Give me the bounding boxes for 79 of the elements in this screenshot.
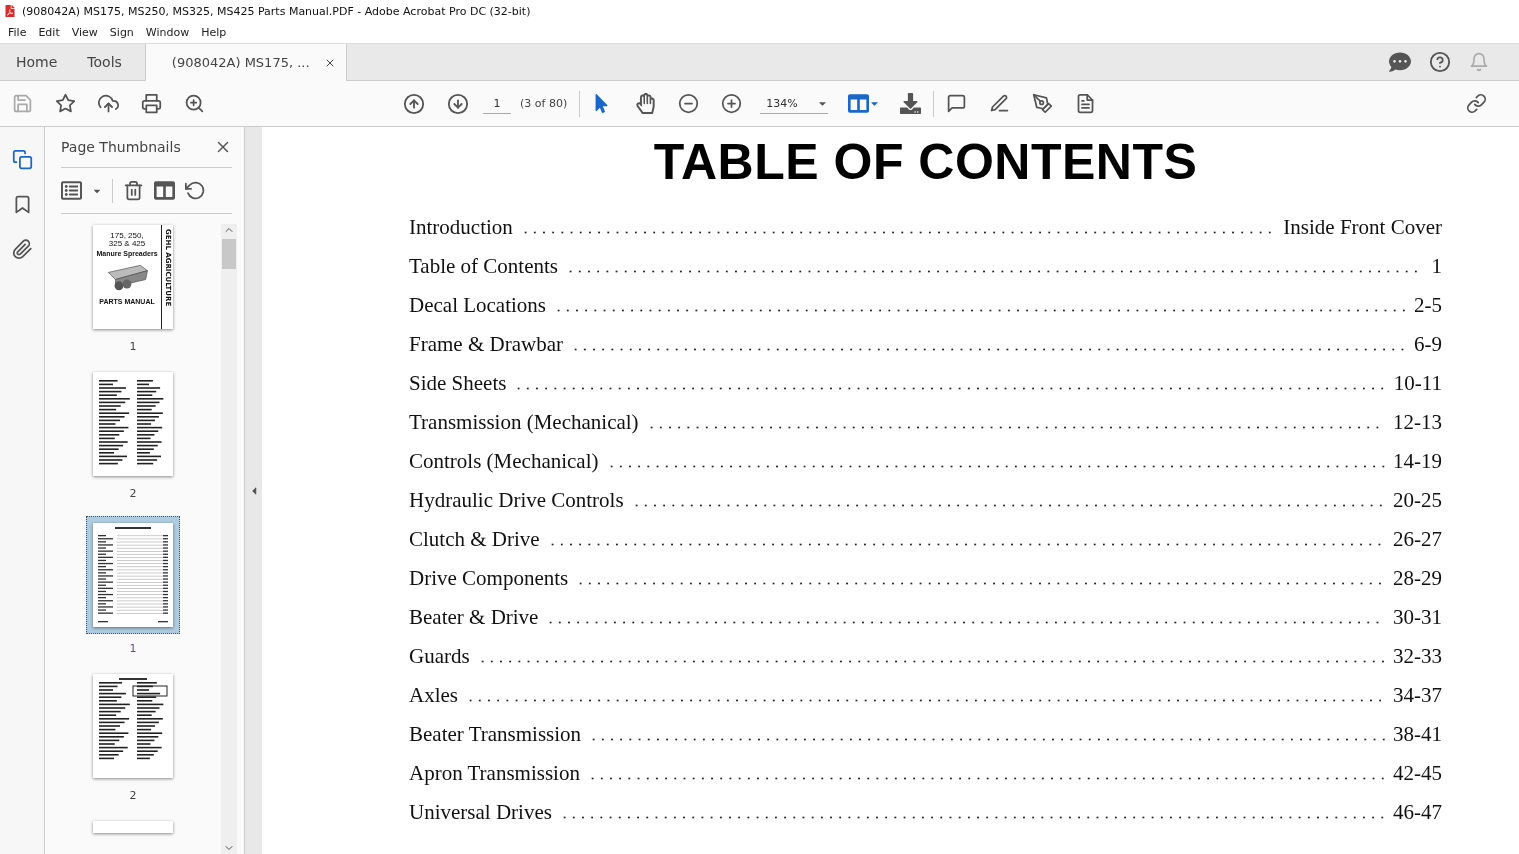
options-icon[interactable] [61, 180, 82, 201]
menu-item[interactable]: Edit [32, 26, 66, 39]
nav-tab[interactable]: Home [1, 44, 73, 80]
toc-title: Transmission (Mechanical) [409, 410, 639, 435]
toc-title: Introduction [409, 215, 513, 240]
toc-title: Universal Drives [409, 800, 552, 825]
toc-page: 12-13 [1393, 410, 1442, 435]
toc-title: Clutch & Drive [409, 527, 540, 552]
toc-page: 30-31 [1393, 605, 1442, 630]
page-thumbnail[interactable] [90, 818, 176, 836]
toc-page: 10-11 [1393, 371, 1442, 396]
toc-page: 20-25 [1393, 488, 1442, 513]
comment-icon[interactable] [1389, 51, 1411, 73]
toc-page: 28-29 [1393, 566, 1442, 591]
paperclip-icon[interactable] [11, 239, 33, 260]
search-icon[interactable] [184, 93, 205, 114]
page-number: 2 [129, 789, 137, 802]
window-title: (908042A) MS175, MS250, MS325, MS425 Parts Manual.PDF - Adobe Acrobat Pro DC (32-bit) [22, 4, 531, 18]
trash-icon[interactable] [123, 180, 144, 201]
page-thumbnail[interactable] [86, 516, 180, 634]
toc-page: 6-9 [1414, 332, 1442, 357]
toc-title: Hydraulic Drive Controls [409, 488, 624, 513]
cover-title: 175, 250, 325 & 425 [108, 232, 146, 248]
document-tab[interactable]: (908042A) MS175, ... [144, 44, 347, 81]
toc-title: Beater & Drive [409, 605, 539, 630]
scroll-thumb[interactable] [222, 239, 236, 269]
toc-title: Table of Contents [409, 254, 558, 279]
split-page-icon[interactable] [154, 180, 175, 201]
nav-tab[interactable]: Tools [72, 44, 137, 80]
toc-page: 32-33 [1393, 644, 1442, 669]
toc-title: Beater Transmission [409, 722, 582, 747]
toc-page: Inside Front Cover [1283, 215, 1442, 240]
toc-title: Drive Components [409, 566, 569, 591]
comment-icon[interactable] [946, 93, 968, 114]
arrow-up-icon[interactable] [403, 92, 425, 115]
document-title: TABLE OF CONTENTS [653, 133, 1198, 191]
menu-item[interactable]: Window [139, 26, 196, 39]
menu-item[interactable]: File [2, 26, 33, 39]
menu-item[interactable]: Help [195, 26, 233, 39]
link-icon[interactable] [1466, 93, 1487, 114]
toc-page: 34-37 [1393, 683, 1442, 708]
toc-page: 38-41 [1393, 722, 1442, 747]
toc-title: Controls (Mechanical) [409, 449, 599, 474]
download-icon[interactable] [900, 93, 922, 114]
toc-title: Frame & Drawbar [409, 332, 563, 357]
menu-item[interactable]: Sign [103, 26, 140, 39]
page-number: 1 [129, 340, 137, 353]
hand-icon[interactable] [635, 93, 657, 114]
page-number: 1 [129, 642, 137, 655]
scrollbar[interactable] [221, 224, 237, 854]
toc-title: Decal Locations [409, 293, 547, 318]
rotate-icon[interactable] [185, 180, 206, 201]
star-icon[interactable] [55, 93, 76, 114]
toc-title: Axles [409, 683, 458, 708]
pen-icon[interactable] [1032, 93, 1054, 114]
menu-item[interactable]: View [65, 26, 104, 39]
highlighter-icon[interactable] [989, 93, 1011, 114]
upload-cloud-icon[interactable] [98, 93, 119, 114]
arrow-down-icon[interactable] [447, 92, 469, 115]
toc-page: 1 [1431, 254, 1442, 279]
toc-page: 2-5 [1414, 293, 1442, 318]
page-number-field[interactable]: 1 [483, 93, 511, 114]
page-count: (3 of 80) [520, 97, 568, 110]
panel-title: Page Thumbnails [61, 139, 181, 155]
zoom-in-icon[interactable] [721, 93, 743, 114]
help-icon[interactable] [1429, 51, 1451, 73]
toc-title: Apron Transmission [409, 761, 580, 786]
pdf-app-icon [4, 5, 16, 17]
toc-title: Guards [409, 644, 470, 669]
print-icon[interactable] [141, 93, 162, 114]
toc-title: Side Sheets [409, 371, 507, 396]
toc-page: 26-27 [1393, 527, 1442, 552]
pages-icon[interactable] [11, 149, 33, 170]
page-number: 2 [129, 487, 137, 500]
toc-page: 46-47 [1393, 800, 1442, 825]
toc-page: 14-19 [1393, 449, 1442, 474]
toc-page: 42-45 [1393, 761, 1442, 786]
zoom-dropdown[interactable]: 134% [760, 93, 829, 114]
zoom-out-icon[interactable] [678, 93, 700, 114]
